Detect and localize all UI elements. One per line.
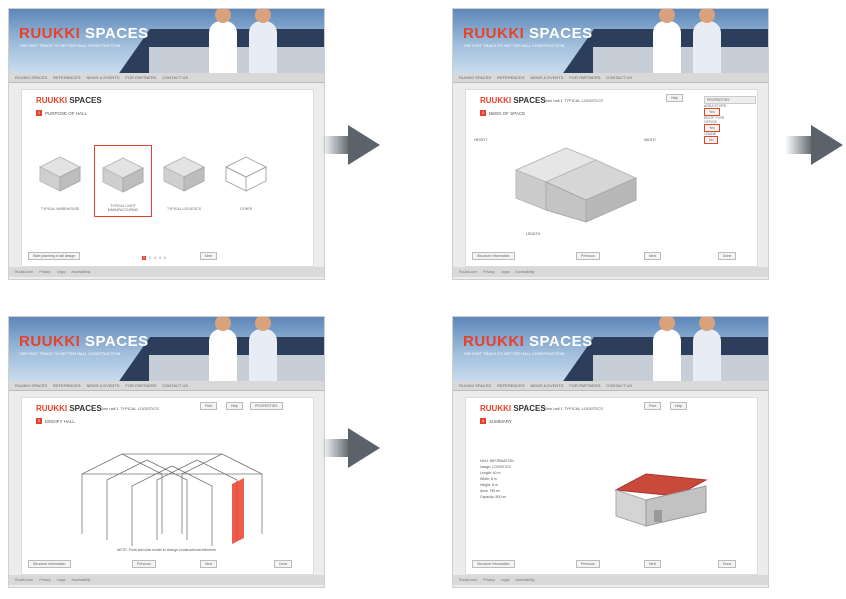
print-button[interactable]: Print (200, 402, 218, 410)
header-banner: RUUKKI SPACES THE FAST TRACK TO BETTER H… (9, 9, 324, 73)
next-button[interactable]: Next (644, 252, 662, 260)
help-button[interactable]: Help (670, 402, 688, 410)
previous-button[interactable]: Previous (576, 252, 600, 260)
logo[interactable]: RUUKKI SPACES (19, 333, 149, 350)
properties-panel: PROPERTIES AREA STOPS Yes ROOF TYPE OFFI… (704, 96, 756, 144)
nav-item[interactable]: NEWS & EVENTS (87, 73, 120, 82)
hall-info: HALL INFORMATION Usage: LOGISTICS Length… (480, 459, 514, 499)
properties-dropdown[interactable]: PROPERTIES (250, 402, 283, 410)
header-banner: RUUKKI SPACES THE FAST TRACK TO BETTER H… (453, 317, 768, 381)
done-button[interactable]: Done (718, 560, 737, 568)
previous-button[interactable]: Previous (132, 560, 156, 568)
wizard-panel: RUUKKI SPACES Own hall 1 TYPICAL LOGISTI… (465, 397, 758, 575)
top-nav: RUUKKI SPACES REFERENCES NEWS & EVENTS FOR… (453, 381, 768, 391)
next-button[interactable]: Next (200, 252, 218, 260)
header-banner: RUUKKI SPACES THE FAST TRACK TO BETTER H… (453, 9, 768, 73)
top-nav: RUUKKI SPACES REFERENCES NEWS & EVENTS F… (9, 73, 324, 83)
pagination: 1 2 3 4 5 (142, 256, 166, 260)
hall-type-card[interactable]: TYPICAL WAREHOUSE (32, 145, 88, 215)
top-nav: RUUKKI SPACES REFERENCES NEWS & EVENTS FOR… (9, 381, 324, 391)
hall-name: Own hall 1 TYPICAL LOGISTICS (544, 98, 603, 103)
nav-item[interactable]: FOR PARTNERS (125, 73, 156, 82)
next-step-arrow-icon (322, 428, 380, 468)
print-button[interactable]: Print (644, 402, 662, 410)
nav-item[interactable]: CONTACT US (162, 73, 188, 82)
start-button[interactable]: Start planning a hall design (28, 252, 81, 260)
hall-type-card-selected[interactable]: TYPICAL LIGHT MANUFACTURING (94, 145, 152, 217)
wizard-panel: RUUKKI SPACES Own hall 1 TYPICAL LOGISTI… (21, 397, 314, 575)
next-button[interactable]: Next (644, 560, 662, 568)
wizard-panel: RUUKKI SPACES 1 PURPOSE OF HALL TYPICAL W… (21, 89, 314, 267)
screenshot-step-3: RUUKKI SPACES THE FAST TRACK TO BETTER H… (8, 316, 325, 588)
footer-links: Ruukki.com Privacy Legal Accessibility (9, 575, 324, 585)
hall-type-card[interactable]: TYPICAL LOGISTICS (156, 145, 212, 215)
footer-links: Ruukki.com Privacy Legal Accessibility (453, 267, 768, 277)
structure-info-button[interactable]: Structure information (472, 560, 515, 568)
logo[interactable]: RUUKKI SPACES (463, 25, 593, 42)
hall-summary-model (614, 473, 708, 527)
help-button[interactable]: Help (226, 402, 244, 410)
logo[interactable]: RUUKKI SPACES (19, 25, 149, 42)
hall-model[interactable] (506, 130, 646, 225)
help-button[interactable]: Help (666, 94, 684, 102)
header-banner: RUUKKI SPACES THE FAST TRACK TO BETTER H… (9, 317, 324, 381)
nav-item[interactable]: RUUKKI SPACES (15, 73, 47, 82)
next-button[interactable]: Next (200, 560, 218, 568)
footer-links: Ruukki.com Privacy Legal Accessibility (453, 575, 768, 585)
wizard-panel: RUUKKI SPACES Own hall 1 TYPICAL LOGISTI… (465, 89, 758, 267)
done-button[interactable]: Done (718, 252, 737, 260)
screenshot-step-4: RUUKKI SPACES THE FAST TRACK TO BETTER H… (452, 316, 769, 588)
top-nav: RUUKKI SPACES REFERENCES NEWS & EVENTS FOR… (453, 73, 768, 83)
done-button[interactable]: Done (274, 560, 293, 568)
tagline: THE FAST TRACK TO BETTER HALL CONSTRUCTI… (19, 43, 121, 48)
previous-button[interactable]: Previous (576, 560, 600, 568)
logo[interactable]: RUUKKI SPACES (463, 333, 593, 350)
hall-type-card[interactable]: OTHER (218, 145, 274, 215)
footer-links: Ruukki.com Privacy Legal Accessibility (9, 267, 324, 277)
panel-title: RUUKKI SPACES (36, 96, 102, 105)
step-heading: 1 PURPOSE OF HALL (36, 110, 88, 116)
structure-info-button[interactable]: Structure information (472, 252, 515, 260)
next-step-arrow-icon (785, 125, 843, 165)
screenshot-step-1: RUUKKI SPACES THE FAST TRACK TO BETTER H… (8, 8, 325, 280)
screenshot-step-2: RUUKKI SPACES THE FAST TRACK TO BETTER H… (452, 8, 769, 280)
structure-info-button[interactable]: Structure information (28, 560, 71, 568)
next-step-arrow-icon (322, 125, 380, 165)
nav-item[interactable]: REFERENCES (53, 73, 80, 82)
frame-model[interactable] (62, 434, 282, 549)
